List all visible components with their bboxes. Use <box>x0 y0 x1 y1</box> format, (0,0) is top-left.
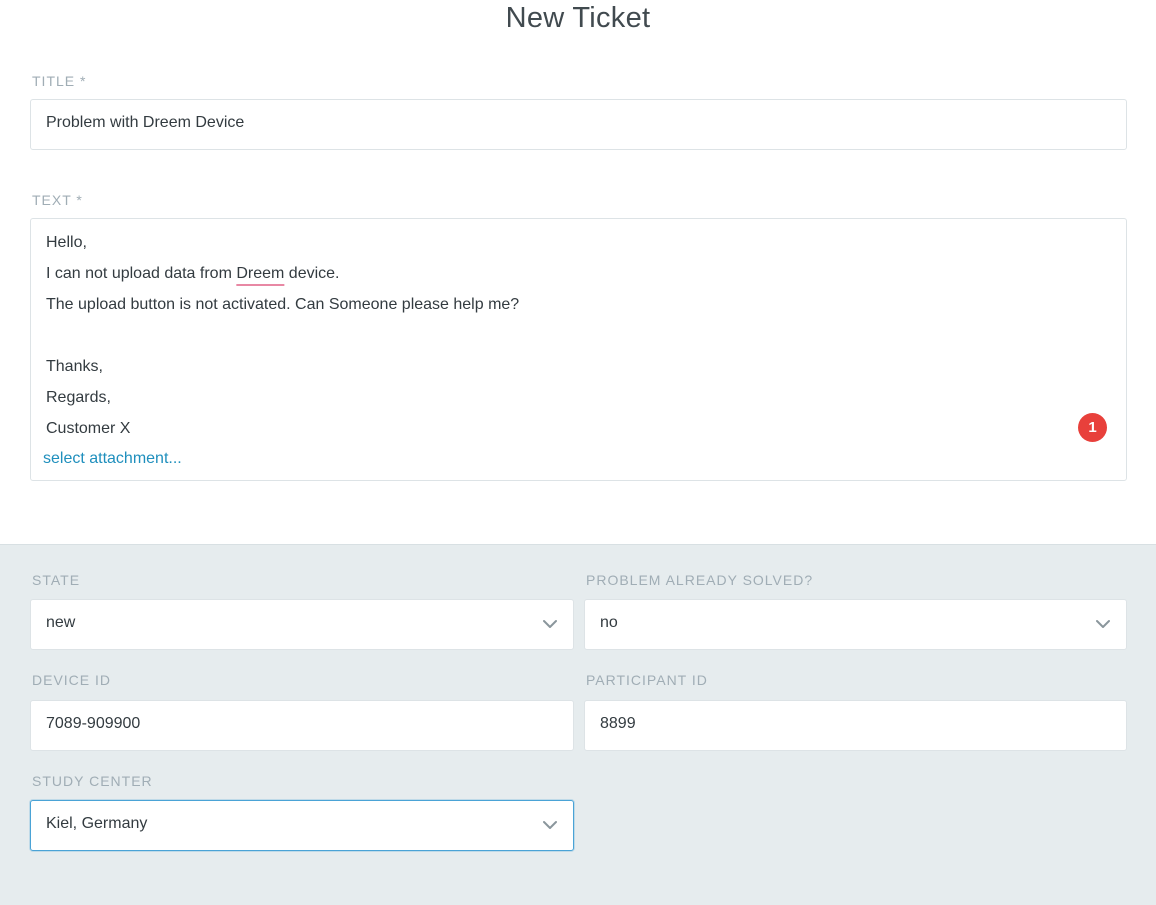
notification-badge[interactable]: 1 <box>1078 413 1107 442</box>
device-id-input[interactable]: 7089-909900 <box>30 700 574 751</box>
text-line: Thanks, <box>46 358 103 375</box>
device-id-value: 7089-909900 <box>46 715 141 732</box>
title-value: Problem with Dreem Device <box>46 114 245 131</box>
participant-id-value: 8899 <box>600 715 636 732</box>
chevron-down-icon <box>543 620 557 628</box>
state-value: new <box>46 614 76 631</box>
problem-solved-label: PROBLEM ALREADY SOLVED? <box>586 572 814 588</box>
spellcheck-word: Dreem <box>236 265 285 282</box>
study-center-label: STUDY CENTER <box>32 773 153 789</box>
text-line: Regards, <box>46 389 111 406</box>
participant-id-input[interactable]: 8899 <box>584 700 1127 751</box>
chevron-down-icon <box>1096 620 1110 628</box>
participant-id-label: PARTICIPANT ID <box>586 672 708 688</box>
device-id-label: DEVICE ID <box>32 672 112 688</box>
text-body: Hello, I can not upload data from Dreem … <box>46 231 519 448</box>
study-center-value: Kiel, Germany <box>46 815 148 832</box>
state-select[interactable]: new <box>30 599 574 650</box>
chevron-down-icon <box>543 821 557 829</box>
text-line: I can not upload data from Dreem device. <box>46 262 519 293</box>
text-editor[interactable]: Hello, I can not upload data from Dreem … <box>30 218 1127 481</box>
ticket-attributes-panel: STATE new PROBLEM ALREADY SOLVED? no DEV… <box>0 544 1156 905</box>
state-label: STATE <box>32 572 81 588</box>
title-label: TITLE * <box>32 73 87 89</box>
problem-solved-select[interactable]: no <box>584 599 1127 650</box>
page-title: New Ticket <box>505 2 651 34</box>
text-line: Customer X <box>46 420 131 437</box>
problem-solved-value: no <box>600 614 618 631</box>
text-line <box>46 324 519 355</box>
text-line: The upload button is not activated. Can … <box>46 296 520 313</box>
new-ticket-page: New Ticket TITLE * Problem with Dreem De… <box>0 0 1156 905</box>
text-line: Hello, <box>46 234 87 251</box>
text-segment: I can not upload data from <box>46 265 237 282</box>
text-segment: device. <box>284 265 340 282</box>
select-attachment-link[interactable]: select attachment... <box>43 450 182 468</box>
study-center-select[interactable]: Kiel, Germany <box>30 800 574 851</box>
text-label: TEXT * <box>32 192 83 208</box>
title-input[interactable]: Problem with Dreem Device <box>30 99 1127 150</box>
